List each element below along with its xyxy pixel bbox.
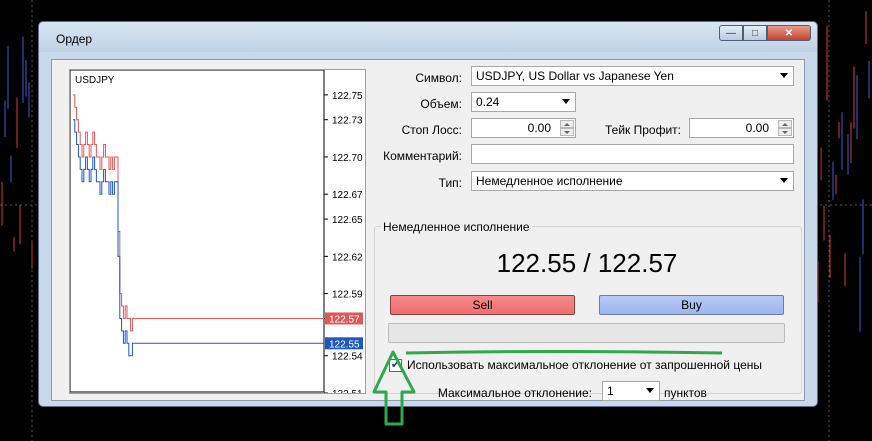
takeprofit-value: 0.00 [745, 121, 769, 135]
stoploss-input[interactable]: 0.00 [471, 118, 576, 138]
maximize-button[interactable]: □ [743, 25, 767, 41]
spin-down-icon[interactable] [560, 128, 574, 136]
execution-group-title: Немедленное исполнение [381, 220, 532, 234]
spin-up-icon[interactable] [778, 120, 792, 128]
stoploss-spinner[interactable] [560, 120, 574, 136]
close-icon: ✕ [784, 27, 794, 39]
symbol-dropdown[interactable]: USDJPY, US Dollar vs Japanese Yen [471, 66, 794, 86]
takeprofit-input[interactable]: 0.00 [689, 118, 794, 138]
y-tick-label: 122.62 [332, 252, 363, 263]
close-button[interactable]: ✕ [767, 25, 811, 41]
chart-symbol-label: USDJPY [75, 75, 115, 86]
minimize-button[interactable]: — [719, 25, 743, 41]
max-deviation-combobox[interactable]: 1 [602, 381, 660, 401]
dialog-client-area: USDJPY 122.75 122.73 122.70 122.67 122.65 122.… [51, 59, 805, 401]
comment-label: Комментарий: [383, 149, 462, 163]
buy-button[interactable]: Buy [599, 295, 784, 315]
y-tick-label: 122.70 [332, 153, 363, 164]
y-tick-label: 122.51 [332, 389, 363, 393]
checkmark-icon: ✔ [390, 359, 401, 371]
type-label: Тип: [438, 176, 462, 190]
stoploss-label: Стоп Лосс: [401, 123, 462, 137]
takeprofit-spinner[interactable] [778, 120, 792, 136]
window-title: Ордер [56, 32, 93, 46]
max-deviation-checkbox-label[interactable]: Использовать максимальное отклонение от … [407, 358, 762, 372]
tick-chart-svg: USDJPY 122.75 122.73 122.70 122.67 122.65 122.… [70, 70, 363, 393]
y-tick-label: 122.67 [332, 190, 363, 201]
stoploss-value: 0.00 [527, 121, 551, 135]
spin-down-icon[interactable] [778, 128, 792, 136]
maximize-icon: □ [751, 27, 759, 39]
price-quote: 122.55 / 122.57 [496, 248, 678, 278]
volume-value: 0.24 [476, 95, 500, 109]
order-dialog: Ордер — □ ✕ USDJPY 122.75 122.73 122.70 122.… [38, 21, 818, 407]
minimize-icon: — [726, 27, 736, 39]
y-tick-label: 122.54 [332, 352, 363, 363]
points-label: пунктов [664, 386, 707, 400]
ask-price-label: 122.57 [329, 314, 360, 325]
chevron-down-icon [562, 99, 570, 104]
order-type-dropdown[interactable]: Немедленное исполнение [471, 171, 794, 191]
bid-price-label: 122.55 [329, 339, 360, 350]
symbol-value: USDJPY, US Dollar vs Japanese Yen [476, 69, 674, 83]
y-tick-label: 122.65 [332, 215, 363, 226]
chevron-down-icon [780, 178, 788, 183]
max-deviation-label: Максимальное отклонение: [437, 386, 592, 400]
spin-up-icon[interactable] [560, 120, 574, 128]
order-type-value: Немедленное исполнение [476, 174, 623, 188]
sell-button[interactable]: Sell [390, 295, 575, 315]
symbol-label: Символ: [415, 71, 462, 85]
y-tick-label: 122.59 [332, 290, 363, 301]
takeprofit-label: Тейк Профит: [605, 123, 681, 137]
volume-label: Объем: [420, 97, 462, 111]
chevron-down-icon [646, 388, 654, 393]
chevron-down-icon [780, 73, 788, 78]
volume-combobox[interactable]: 0.24 [471, 92, 576, 112]
y-tick-label: 122.75 [332, 91, 363, 102]
title-bar: Ордер — □ ✕ [39, 22, 817, 52]
max-deviation-checkbox[interactable]: ✔ [389, 359, 402, 372]
status-bar [388, 323, 785, 343]
comment-input[interactable] [471, 144, 794, 164]
y-tick-label: 122.73 [332, 116, 363, 127]
tick-chart: USDJPY 122.75 122.73 122.70 122.67 122.65 122.… [69, 69, 366, 394]
